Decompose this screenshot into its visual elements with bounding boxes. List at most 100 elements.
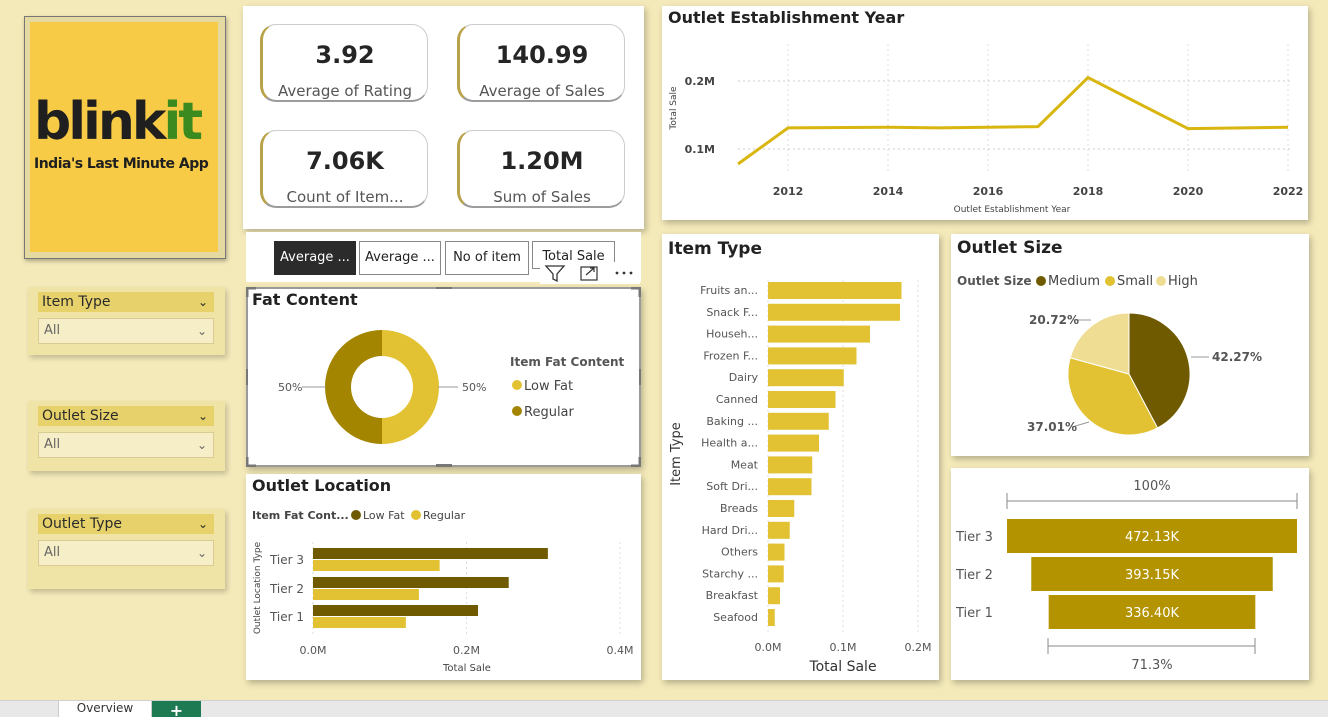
category-label: Househ...: [706, 328, 758, 341]
y-tick-label: 0.1M: [685, 143, 715, 156]
legend-item-low-fat[interactable]: Low Fat: [363, 509, 405, 522]
funnel-card: 100% 71.3% 472.13K Tier 3 393.15K Tier 2 336…: [951, 468, 1309, 680]
category-label: Soft Dri...: [706, 480, 758, 493]
category-label: Tier 3: [269, 553, 304, 567]
legend-item-regular[interactable]: Regular: [423, 509, 466, 522]
legend-item-regular[interactable]: Regular: [524, 405, 575, 420]
bar-soft-dri[interactable]: [768, 478, 812, 496]
donut-slice-low-fat[interactable]: [382, 330, 439, 444]
bar-low-fat-tier-1[interactable]: [313, 605, 479, 616]
chevron-down-icon[interactable]: ⌄: [198, 406, 208, 426]
x-tick-label: 2012: [773, 185, 804, 198]
bar-chart-outlet-location: Item Fat Cont... Low Fat Regular Tier 3 T…: [252, 509, 634, 674]
donut-slice-regular[interactable]: [325, 330, 382, 444]
focus-mode-icon[interactable]: [580, 266, 598, 281]
x-tick-label: 2020: [1173, 185, 1204, 198]
chevron-down-icon[interactable]: ⌄: [198, 292, 208, 312]
x-tick-label: 0.1M: [830, 641, 857, 654]
bar-househ[interactable]: [768, 325, 870, 343]
item-type-card: Item Type Fruits an... Snack F... Househ..…: [662, 234, 939, 680]
slicer-header[interactable]: Item Type ⌄: [38, 292, 214, 312]
bar-breakfast[interactable]: [768, 587, 780, 605]
chevron-down-icon[interactable]: ⌄: [197, 433, 207, 457]
visual-header: [540, 262, 640, 284]
fat-content-card[interactable]: Fat Content 50% 50% Item Fat Content Low…: [246, 287, 641, 467]
category-label: Frozen F...: [703, 349, 758, 362]
bar-frozen-f[interactable]: [768, 347, 857, 365]
slicer-dropdown[interactable]: All ⌄: [38, 318, 214, 344]
slice-label-high: 20.72%: [1029, 313, 1079, 327]
bar-health-a[interactable]: [768, 434, 819, 452]
x-axis-label: Outlet Establishment Year: [954, 205, 1071, 215]
legend-marker-small: [1105, 276, 1115, 286]
average-sales-button[interactable]: Average ...: [359, 241, 441, 275]
slicer-outlet-type: Outlet Type ⌄ All ⌄: [28, 509, 225, 589]
tab-overview[interactable]: Overview: [58, 701, 152, 717]
bar-others[interactable]: [768, 543, 785, 561]
legend-title: Item Fat Cont...: [252, 509, 349, 522]
funnel-category-label: Tier 3: [955, 530, 993, 545]
slicer-dropdown[interactable]: All ⌄: [38, 432, 214, 458]
legend-marker-low-fat: [351, 510, 361, 520]
kpi-panel: 3.92 Average of Rating 140.99 Average of…: [243, 6, 644, 229]
x-tick-label: 0.0M: [300, 644, 327, 657]
bar-chart-item-type: Fruits an... Snack F... Househ... Frozen F.…: [669, 280, 931, 675]
legend-item-medium[interactable]: Medium: [1048, 274, 1100, 289]
category-label: Breakfast: [706, 589, 759, 602]
slice-label-small: 37.01%: [1027, 420, 1077, 434]
funnel-value-label: 336.40K: [1125, 606, 1179, 621]
top-bracket: [1006, 493, 1298, 509]
legend-item-high[interactable]: High: [1168, 274, 1198, 289]
bar-canned[interactable]: [768, 391, 836, 408]
legend-item-small[interactable]: Small: [1117, 274, 1153, 289]
legend-marker-medium: [1036, 276, 1046, 286]
bar-baking[interactable]: [768, 412, 829, 430]
slice-label-medium: 42.27%: [1212, 350, 1262, 364]
legend-item-low-fat[interactable]: Low Fat: [524, 379, 573, 394]
kpi-card-count-items: 7.06K Count of Item...: [260, 130, 428, 208]
category-label: Fruits an...: [700, 284, 758, 297]
page-tab-bar: Overview +: [0, 700, 1328, 717]
no-of-item-button[interactable]: No of item: [445, 241, 529, 275]
y-axis-label: Total Sale: [669, 86, 679, 131]
bar-seafood[interactable]: [768, 609, 775, 626]
bar-regular-tier-3[interactable]: [313, 560, 440, 571]
bar-meat[interactable]: [768, 456, 813, 474]
slicer-header[interactable]: Outlet Type ⌄: [38, 514, 214, 534]
more-options-icon[interactable]: [615, 271, 633, 275]
bar-low-fat-tier-2[interactable]: [313, 577, 509, 588]
bar-snack-f[interactable]: [768, 303, 900, 321]
filter-icon[interactable]: [544, 265, 566, 283]
average-rating-button[interactable]: Average ...: [274, 241, 356, 275]
funnel-value-label: 472.13K: [1125, 530, 1179, 545]
slicer-header[interactable]: Outlet Size ⌄: [38, 406, 214, 426]
bar-fruits-an[interactable]: [768, 282, 902, 299]
legend-title: Item Fat Content: [510, 355, 625, 369]
chevron-down-icon[interactable]: ⌄: [197, 541, 207, 565]
slicer-dropdown[interactable]: All ⌄: [38, 540, 214, 566]
bar-dairy[interactable]: [768, 369, 844, 387]
bar-regular-tier-2[interactable]: [313, 589, 419, 600]
kpi-card-sum-sales: 1.20M Sum of Sales: [457, 130, 625, 208]
x-axis-label: Total Sale: [442, 663, 491, 674]
bar-regular-tier-1[interactable]: [313, 617, 406, 628]
chevron-down-icon[interactable]: ⌄: [197, 319, 207, 343]
bar-starchy[interactable]: [768, 565, 784, 583]
funnel-category-label: Tier 1: [955, 606, 993, 621]
pie-chart: Outlet Size Medium Small High 42.27% 37.…: [957, 274, 1262, 436]
legend-marker-regular: [411, 510, 421, 520]
bar-low-fat-tier-3[interactable]: [313, 548, 548, 559]
chevron-down-icon[interactable]: ⌄: [198, 514, 208, 534]
funnel-category-label: Tier 2: [955, 568, 993, 583]
x-tick-label: 2016: [973, 185, 1004, 198]
bottom-bracket: [1047, 638, 1256, 654]
bar-hard-dri[interactable]: [768, 521, 790, 539]
add-page-button[interactable]: +: [152, 701, 201, 717]
x-tick-label: 0.4M: [607, 644, 634, 657]
kpi-card-average-sales: 140.99 Average of Sales: [457, 24, 625, 102]
outlet-location-card: Outlet Location Item Fat Cont... Low Fat…: [246, 474, 641, 680]
x-axis-label: Total Sale: [808, 659, 876, 675]
bar-breads[interactable]: [768, 500, 795, 517]
funnel-value-label: 393.15K: [1125, 568, 1179, 583]
y-axis-label: Outlet Location Type: [253, 541, 263, 634]
